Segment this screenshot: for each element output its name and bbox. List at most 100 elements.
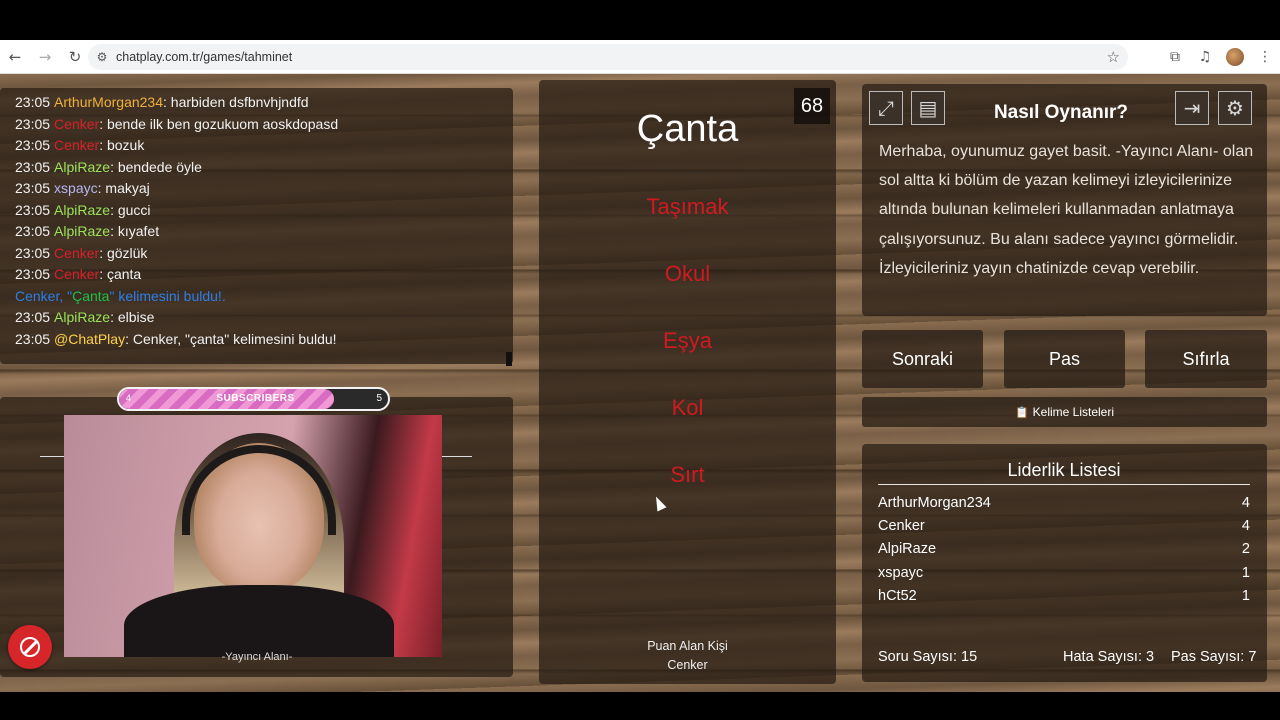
chat-message: 23:05 Cenker: bozuk [15, 135, 513, 157]
clipboard-icon: 📋 [1014, 405, 1029, 419]
chat-text: : kıyafet [110, 223, 160, 239]
how-to-play-title: Nasıl Oynanır? [993, 102, 1129, 123]
system-found-word: Çanta [72, 287, 110, 304]
chat-message: 23:05 AlpiRaze: elbise [15, 307, 513, 329]
exit-icon[interactable]: ⇥ [1175, 91, 1209, 125]
player-score: 2 [1241, 541, 1250, 557]
menu-icon[interactable]: ⋮ [1250, 49, 1280, 65]
chat-time: 23:05 [15, 158, 51, 175]
subscribers-max: 5 [376, 393, 382, 404]
chat-username[interactable]: AlpiRaze [54, 223, 110, 239]
chat-time: 23:05 [15, 309, 51, 325]
star-icon[interactable]: ☆ [1107, 48, 1120, 66]
leaderboard-row: ArthurMorgan234 4 [878, 495, 1250, 515]
chat-username[interactable]: Cenker [54, 116, 99, 132]
address-bar[interactable]: ⚙ chatplay.com.tr/games/tahminet ☆ [88, 44, 1128, 70]
scorer-name: Cenker [667, 658, 708, 672]
url-text[interactable]: chatplay.com.tr/games/tahminet [116, 50, 292, 64]
browser-right-icons: ⧉ ♫ ⋮ [1160, 40, 1280, 74]
site-settings-icon[interactable]: ⚙ [88, 50, 116, 64]
subscribers-min: 4 [126, 393, 132, 403]
chat-username[interactable]: Cenker [54, 137, 99, 153]
chat-time: 23:05 [15, 201, 51, 218]
chat-time: 23:05 [15, 266, 51, 282]
divider-line [442, 456, 472, 457]
avatar[interactable] [1226, 48, 1244, 66]
chat-text: : bozuk [99, 137, 145, 153]
settings-icon[interactable]: ⚙ [1218, 91, 1252, 125]
chat-username[interactable]: Cenker [54, 245, 99, 261]
chat-username[interactable]: AlpiRaze [54, 159, 110, 175]
chat-message: 23:05 AlpiRaze: bendede öyle [15, 157, 513, 179]
back-icon[interactable]: ← [0, 40, 30, 74]
chat-message: 23:05 @ChatPlay: Cenker, "çanta" kelimesi… [15, 329, 513, 351]
chat-text: : makyaj [97, 180, 150, 196]
chat-scrollbar[interactable] [506, 352, 512, 366]
next-button[interactable]: Sonraki [862, 330, 983, 388]
leaderboard-title: Liderlik Listesi [1007, 460, 1121, 480]
chat-text: : bende ilk ben gozukuom aoskdopasd [99, 115, 339, 132]
chat-text: : çanta [99, 266, 142, 282]
chat-text: : bendede öyle [110, 158, 202, 175]
chat-time: 23:05 [15, 244, 51, 261]
reset-button[interactable]: Sıfırla [1145, 330, 1267, 388]
chat-username[interactable]: @ChatPlay [54, 331, 125, 347]
block-button[interactable] [8, 625, 52, 669]
media-icon[interactable]: ♫ [1190, 49, 1220, 65]
notes-icon[interactable]: ▤ [911, 91, 945, 125]
os-top-bar [0, 0, 1280, 40]
chat-message: 23:05 ArthurMorgan234: harbiden dsfbnvhjn… [15, 92, 513, 114]
player-score: 4 [1241, 495, 1250, 511]
player-score: 1 [1241, 565, 1250, 581]
leaderboard-divider [878, 484, 1250, 485]
player-score: 1 [1241, 588, 1250, 604]
scorer-label: Puan Alan Kişi [647, 639, 728, 653]
chat-panel: 23:05 ArthurMorgan234: harbiden dsfbnvhjn… [0, 88, 513, 364]
leaderboard-row: xspayc 1 [878, 565, 1250, 585]
subscribers-label: SUBSCRIBERS [216, 393, 295, 404]
chat-username[interactable]: AlpiRaze [54, 309, 110, 325]
pass-button[interactable]: Pas [1004, 330, 1125, 388]
webcam-person-body [124, 585, 394, 657]
chat-username[interactable]: AlpiRaze [54, 202, 110, 218]
target-word: Çanta [636, 108, 739, 150]
fullscreen-icon[interactable]: ⤢ [869, 91, 903, 125]
chat-system-message: Cenker, "Çanta" kelimesini buldu!. [15, 286, 513, 308]
chat-username[interactable]: Cenker [54, 266, 99, 282]
leaderboard-row: AlpiRaze 2 [878, 541, 1250, 561]
chat-message: 23:05 xspayc: makyaj [15, 178, 513, 200]
chat-text: : gucci [110, 201, 151, 218]
player-name: ArthurMorgan234 [878, 495, 991, 511]
forbidden-word: Sırt [670, 462, 705, 487]
chat-message: 23:05 Cenker: bende ilk ben gozukuom aosk… [15, 114, 513, 136]
word-lists-button[interactable]: 📋 Kelime Listeleri [862, 397, 1267, 427]
browser-toolbar: ← → ↻ ⚙ chatplay.com.tr/games/tahminet ☆… [0, 40, 1280, 74]
chat-username[interactable]: ArthurMorgan234 [54, 94, 163, 110]
subscribers-goal-bar: SUBSCRIBERS 4 5 [117, 387, 390, 411]
chat-text: : Cenker, "çanta" kelimesini buldu! [125, 330, 337, 347]
chat-time: 23:05 [15, 223, 51, 239]
chat-message: 23:05 Cenker: gözlük [15, 243, 513, 265]
leaderboard-row: hCt52 1 [878, 588, 1250, 608]
forward-icon[interactable]: → [30, 40, 60, 74]
word-card-panel [539, 80, 836, 684]
streamer-area-caption: -Yayıncı Alanı- [221, 651, 293, 663]
player-name: AlpiRaze [878, 541, 937, 557]
reload-icon[interactable]: ↻ [60, 40, 90, 74]
chat-time: 23:05 [15, 180, 51, 196]
chat-time: 23:05 [15, 330, 51, 347]
chat-text: : elbise [110, 309, 155, 325]
block-icon [20, 637, 40, 657]
player-score: 4 [1241, 518, 1250, 534]
chat-time: 23:05 [15, 137, 51, 153]
player-name: Cenker [878, 518, 925, 534]
chat-message: 23:05 AlpiRaze: kıyafet [15, 221, 513, 243]
player-name: xspayc [878, 565, 924, 581]
chat-message: 23:05 Cenker: çanta [15, 264, 513, 286]
leaderboard-row: Cenker 4 [878, 518, 1250, 538]
divider-line [40, 456, 64, 457]
webcam-video [64, 415, 442, 657]
chat-username[interactable]: xspayc [54, 180, 98, 196]
chat-message: 23:05 AlpiRaze: gucci [15, 200, 513, 222]
extensions-icon[interactable]: ⧉ [1160, 49, 1190, 65]
